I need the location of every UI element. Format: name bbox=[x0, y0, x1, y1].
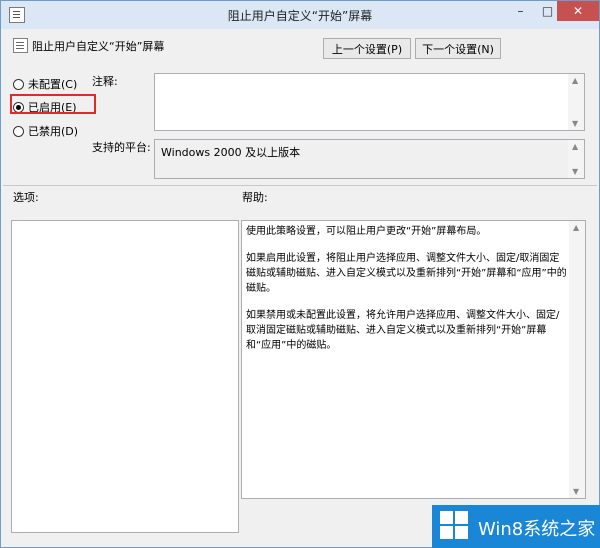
radio-label: 未配置(C) bbox=[28, 78, 78, 91]
help-panel[interactable]: 使用此策略设置，可以阻止用户更改“开始”屏幕布局。 如果启用此设置，将阻止用户选… bbox=[241, 220, 586, 499]
help-label: 帮助: bbox=[242, 191, 268, 204]
platform-value: Windows 2000 及以上版本 bbox=[161, 146, 301, 159]
options-panel[interactable] bbox=[11, 220, 239, 533]
help-paragraph: 如果禁用或未配置此设置，将允许用户选择应用、调整文件大小、固定/取消固定磁贴或辅… bbox=[246, 310, 560, 351]
watermark-badge: Win8系统之家 bbox=[432, 505, 600, 548]
policy-name: 阻止用户自定义“开始”屏幕 bbox=[32, 40, 165, 53]
options-label: 选项: bbox=[13, 191, 39, 204]
previous-setting-button[interactable]: 上一个设置(P) bbox=[323, 38, 411, 59]
policy-dialog: 阻止用户自定义“开始”屏幕 – □ ✕ 阻止用户自定义“开始”屏幕 上一个设置(… bbox=[0, 0, 600, 548]
help-paragraph: 如果启用此设置，将阻止用户选择应用、调整文件大小、固定/取消固定磁贴或辅助磁贴、… bbox=[246, 253, 567, 294]
radio-not-configured[interactable]: 未配置(C) bbox=[13, 76, 77, 92]
divider bbox=[3, 185, 597, 186]
platform-field: Windows 2000 及以上版本 ▲ ▼ bbox=[154, 139, 585, 179]
radio-label: 已禁用(D) bbox=[28, 125, 79, 138]
windows-logo-icon bbox=[440, 511, 469, 540]
scroll-down-icon[interactable]: ▼ bbox=[573, 487, 579, 496]
comment-label: 注释: bbox=[92, 75, 118, 88]
scroll-down-icon[interactable]: ▼ bbox=[572, 167, 578, 176]
scroll-up-icon[interactable]: ▲ bbox=[572, 76, 578, 85]
help-scrollbar[interactable]: ▲ ▼ bbox=[569, 221, 585, 498]
comment-scrollbar[interactable]: ▲ ▼ bbox=[568, 74, 584, 130]
minimize-button[interactable]: – bbox=[507, 1, 534, 21]
radio-circle bbox=[13, 78, 24, 90]
platform-label: 支持的平台: bbox=[92, 141, 151, 154]
help-text: 使用此策略设置，可以阻止用户更改“开始”屏幕布局。 如果启用此设置，将阻止用户选… bbox=[246, 224, 568, 365]
next-setting-button[interactable]: 下一个设置(N) bbox=[415, 38, 501, 59]
highlight-box bbox=[10, 94, 96, 114]
setting-icon bbox=[13, 38, 28, 53]
close-button[interactable]: ✕ bbox=[557, 1, 599, 21]
title-bar[interactable]: 阻止用户自定义“开始”屏幕 – □ ✕ bbox=[1, 1, 599, 29]
scroll-up-icon[interactable]: ▲ bbox=[573, 223, 579, 232]
radio-circle bbox=[13, 125, 24, 137]
scroll-down-icon[interactable]: ▼ bbox=[572, 119, 578, 128]
platform-scrollbar[interactable]: ▲ ▼ bbox=[568, 140, 584, 178]
scroll-up-icon[interactable]: ▲ bbox=[572, 142, 578, 151]
watermark-text: Win8系统之家 bbox=[478, 519, 596, 540]
help-paragraph: 使用此策略设置，可以阻止用户更改“开始”屏幕布局。 bbox=[246, 226, 487, 237]
comment-textarea[interactable]: ▲ ▼ bbox=[154, 73, 585, 131]
radio-disabled[interactable]: 已禁用(D) bbox=[13, 123, 78, 139]
